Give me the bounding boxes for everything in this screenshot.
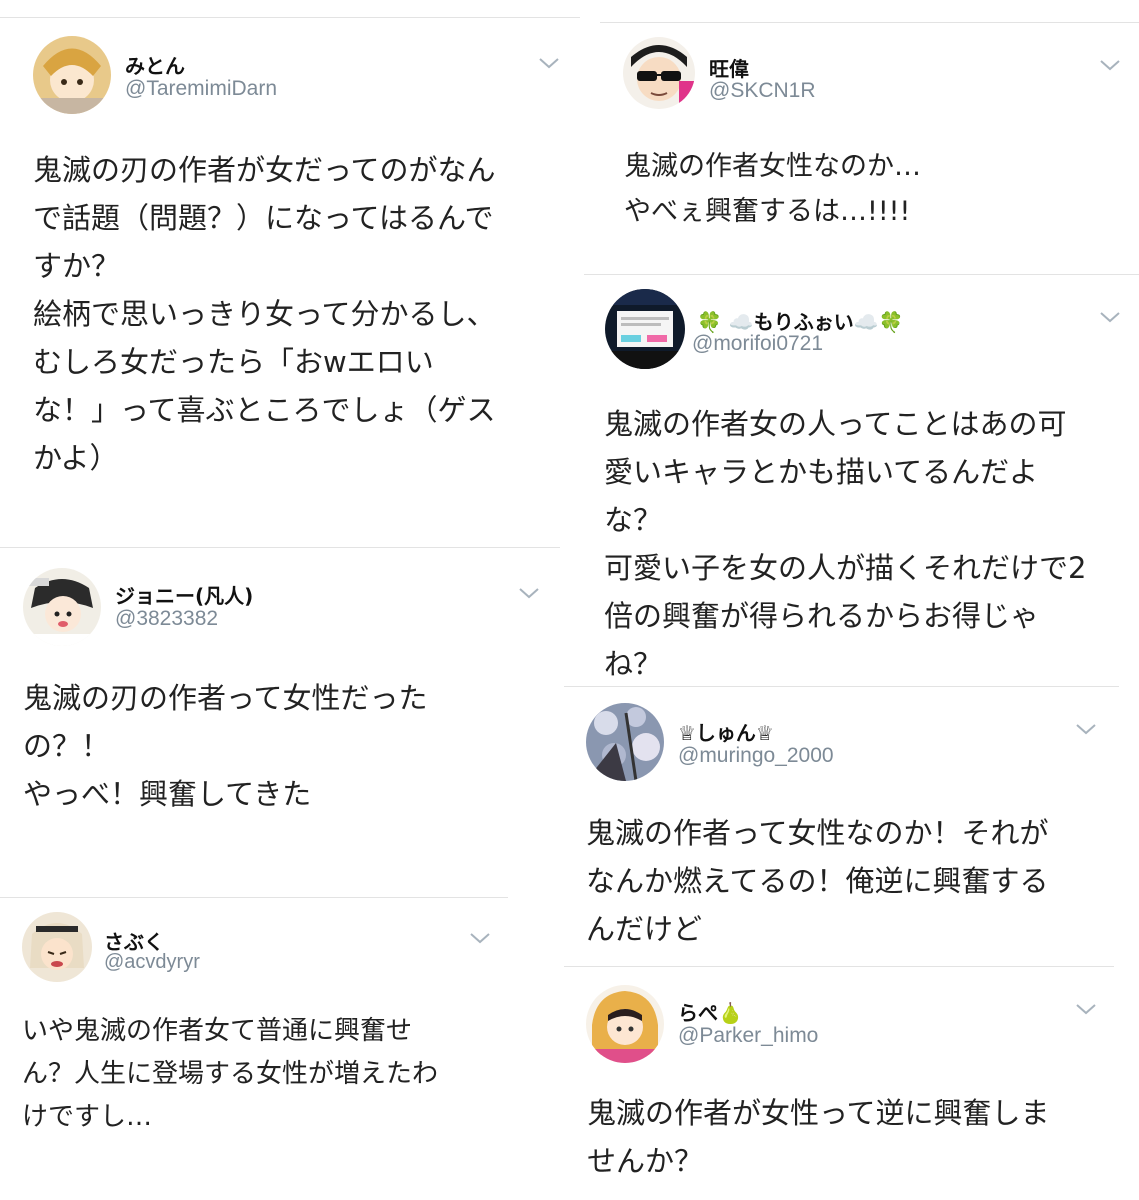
tweet-text-line: ね？ — [604, 647, 663, 681]
tweet-text-line: な！」って喜ぶところでしょ（ゲス — [33, 393, 496, 427]
tweet-text-line: やべぇ興奮するは…!!!! — [624, 196, 911, 227]
tweet-card[interactable]: ♕しゅん♕ @muringo_2000 鬼滅の作者って女性なのか！それが なんか… — [564, 687, 1119, 965]
tweet-text-line: で話題（問題？）になってはるんで — [33, 201, 494, 235]
avatar[interactable] — [586, 985, 664, 1063]
tweet-card[interactable]: 旺偉 @SKCN1R 鬼滅の作者女性なのか… やべぇ興奮するは…!!!! — [600, 23, 1139, 273]
display-name[interactable]: ジョニー(凡人) — [115, 580, 253, 609]
tweet-text-line: けですし… — [22, 1102, 153, 1132]
tweet-text-line: 鬼滅の刃の作者が女だってのがなん — [33, 153, 496, 187]
avatar[interactable] — [33, 36, 111, 114]
display-name[interactable]: らぺ🍐 — [678, 997, 743, 1026]
avatar[interactable] — [605, 289, 685, 369]
display-name[interactable]: 旺偉 — [709, 53, 749, 82]
tweet-card[interactable]: さぶく @acvdyryr いや鬼滅の作者女て普通に興奮せ ん？人生に登場する女… — [0, 898, 508, 1200]
tweet-text-line: 鬼滅の作者女性なのか… — [624, 151, 921, 182]
tweet-text-line: やっべ！興奮してきた — [23, 777, 312, 811]
user-handle[interactable]: @morifoi0721 — [692, 332, 823, 356]
chevron-down-icon[interactable] — [469, 931, 491, 945]
avatar[interactable] — [23, 568, 101, 646]
tweet-text: いや鬼滅の作者女て普通に興奮せ ん？人生に登場する女性が増えたわ けですし… — [22, 1010, 438, 1139]
tweet-text-line: なんか燃えてるの！俺逆に興奮する — [586, 864, 1049, 898]
avatar[interactable] — [22, 912, 92, 982]
tweet-text-line: 鬼滅の作者女の人ってことはあの可 — [604, 407, 1067, 441]
chevron-down-icon[interactable] — [1099, 58, 1121, 72]
tweet-card[interactable]: ジョニー(凡人) @3823382 鬼滅の刃の作者って女性だった の？！ やっべ… — [0, 548, 560, 896]
tweet-text-line: 鬼滅の作者って女性なのか！それが — [586, 816, 1049, 850]
tweet-card[interactable]: 🍀 ☁️もりふぉい☁️🍀 @morifoi0721 鬼滅の作者女の人ってことはあ… — [584, 275, 1139, 685]
user-handle[interactable]: @acvdyryr — [104, 951, 200, 974]
tweet-card[interactable]: らぺ🍐 @Parker_himo 鬼滅の作者が女性って逆に興奮しま せんか？ — [564, 967, 1119, 1200]
tweet-text: 鬼滅の作者が女性って逆に興奮しま せんか？ — [587, 1089, 1050, 1185]
chevron-down-icon[interactable] — [1099, 310, 1121, 324]
tweet-text-line: いや鬼滅の作者女て普通に興奮せ — [22, 1016, 413, 1046]
tweet-text: 鬼滅の刃の作者が女だってのがなん で話題（問題？）になってはるんで すか？ 絵柄… — [33, 146, 496, 482]
avatar[interactable] — [623, 37, 695, 109]
tweet-text-line: すか？ — [33, 249, 121, 283]
chevron-down-icon[interactable] — [1075, 722, 1097, 736]
tweet-text-line: な？ — [604, 503, 663, 537]
tweet-text-line: かよ） — [33, 441, 119, 475]
tweet-text-line: むしろ女だったら「おwエロい — [33, 345, 434, 379]
chevron-down-icon[interactable] — [1075, 1002, 1097, 1016]
tweet-text-line: 鬼滅の刃の作者って女性だった — [23, 681, 428, 715]
tweet-text-line: 倍の興奮が得られるからお得じゃ — [604, 599, 1040, 633]
tweet-text: 鬼滅の刃の作者って女性だった の？！ やっべ！興奮してきた — [23, 674, 428, 818]
tweet-text-line: 可愛い子を女の人が描くそれだけで2 — [604, 551, 1087, 585]
display-name[interactable]: みとん — [125, 50, 185, 79]
display-name[interactable]: ♕しゅん♕ — [678, 717, 774, 746]
user-handle[interactable]: @TaremimiDarn — [125, 77, 277, 101]
tweet-text-line: 愛いキャラとかも描いてるんだよ — [604, 455, 1039, 489]
tweet-text: 鬼滅の作者女性なのか… やべぇ興奮するは…!!!! — [624, 144, 921, 234]
tweet-text-line: 絵柄で思いっきり女って分かるし、 — [33, 297, 496, 331]
tweet-text: 鬼滅の作者って女性なのか！それが なんか燃えてるの！俺逆に興奮する んだけど — [586, 809, 1049, 953]
tweet-text-line: せんか？ — [587, 1144, 704, 1178]
display-name[interactable]: 🍀 ☁️もりふぉい☁️🍀 — [697, 306, 904, 335]
chevron-down-icon[interactable] — [518, 586, 540, 600]
avatar[interactable] — [586, 703, 664, 781]
tweet-text: 鬼滅の作者女の人ってことはあの可 愛いキャラとかも描いてるんだよ な？ 可愛い子… — [604, 400, 1086, 688]
tweet-text-line: ん？人生に登場する女性が増えたわ — [22, 1059, 439, 1089]
tweet-text-line: んだけど — [586, 912, 703, 946]
user-handle[interactable]: @3823382 — [115, 607, 218, 631]
user-handle[interactable]: @Parker_himo — [678, 1024, 818, 1048]
user-handle[interactable]: @SKCN1R — [709, 79, 816, 103]
tweet-text-line: の？！ — [23, 729, 111, 763]
tweet-card[interactable]: みとん @TaremimiDarn 鬼滅の刃の作者が女だってのがなん で話題（問… — [0, 18, 580, 546]
user-handle[interactable]: @muringo_2000 — [678, 744, 834, 768]
tweet-text-line: 鬼滅の作者が女性って逆に興奮しま — [587, 1096, 1050, 1130]
chevron-down-icon[interactable] — [538, 56, 560, 70]
